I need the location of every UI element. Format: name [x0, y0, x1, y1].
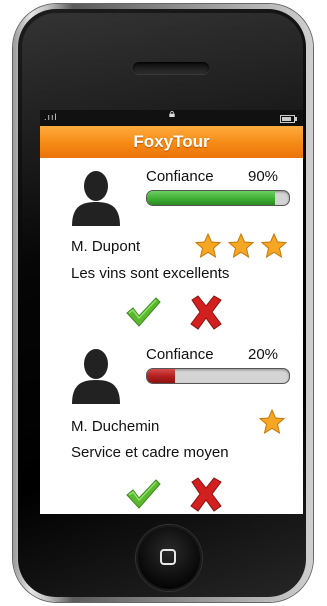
confidence-label: Confiance [146, 346, 214, 363]
confidence-bar [146, 368, 290, 384]
home-square-icon [160, 549, 176, 565]
signal-icon: .ııl [44, 112, 58, 122]
checkmark-icon[interactable] [125, 478, 161, 510]
checkmark-icon[interactable] [125, 296, 161, 328]
review-card: Confiance 90% M. Dupont Les vins sont ex… [40, 158, 303, 338]
star-icon [259, 409, 285, 435]
star-rating [259, 409, 289, 435]
confidence-value: 20% [248, 346, 279, 363]
status-bar: .ııl [40, 110, 303, 126]
user-avatar-icon [72, 171, 120, 226]
phone-screen: .ııl FoxyTour Confiance 90% M. Dupont Le… [40, 110, 303, 514]
confidence-bar-fill [147, 191, 275, 205]
confidence-label: Confiance [146, 168, 214, 185]
app-header: FoxyTour [40, 126, 303, 158]
star-icon [228, 233, 254, 259]
reviewer-name: M. Dupont [71, 238, 141, 255]
review-card: Confiance 20% M. Duchemin Service et cad… [40, 338, 303, 514]
confidence-bar [146, 190, 290, 206]
cross-icon[interactable] [188, 476, 224, 512]
confidence-bar-fill [147, 369, 176, 383]
user-avatar-icon [72, 349, 120, 404]
reviewer-name: M. Duchemin [71, 418, 160, 435]
lock-icon [169, 111, 175, 117]
earpiece-speaker [133, 62, 209, 74]
star-icon [195, 233, 221, 259]
star-icon [261, 233, 287, 259]
home-button-icon[interactable] [136, 525, 202, 591]
review-comment: Service et cadre moyen [71, 444, 229, 461]
star-rating [195, 233, 290, 259]
review-comment: Les vins sont excellents [71, 265, 230, 282]
battery-icon [280, 115, 297, 123]
cross-icon[interactable] [188, 294, 224, 330]
confidence-value: 90% [248, 168, 279, 185]
app-title: FoxyTour [133, 132, 210, 151]
